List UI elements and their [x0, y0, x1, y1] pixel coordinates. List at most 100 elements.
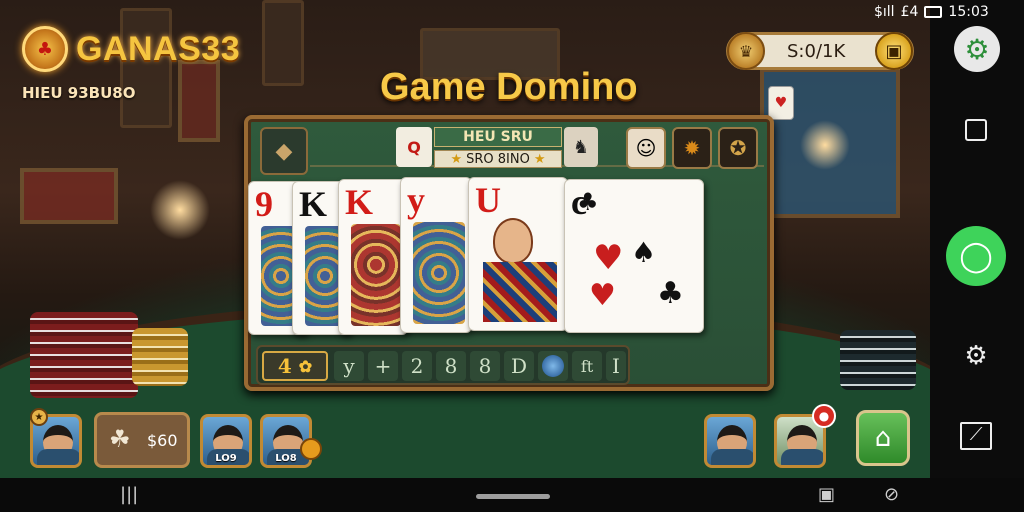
- tile-label: +: [374, 354, 392, 378]
- heart-icon: ♥: [593, 238, 624, 278]
- star-icon: ★: [450, 151, 463, 167]
- header-top-label: HEU SRU: [434, 127, 562, 147]
- player-body: [37, 449, 79, 465]
- fire-icon: ✹: [683, 136, 701, 160]
- game-board: ◆ Q HEU SRU ★ SRO 8INO ★ ♞ ☺ ✹ ✪ 9 K K y…: [244, 115, 774, 391]
- chip-stack-gold: [132, 328, 188, 386]
- game-scene: ♣ GANAS33 HIEU 93BU8O Game Domino ♛ S:0/…: [0, 0, 930, 478]
- domino-tile[interactable]: I: [606, 351, 626, 381]
- brand-subtitle: HIEU 93BU8O: [22, 84, 136, 102]
- star-icon: ★: [533, 151, 546, 167]
- domino-tile-row: 4 ✿ y + 2 8 8 D ft I: [256, 345, 630, 385]
- card-art: [413, 222, 465, 324]
- header-bottom-text: SRO 8INO: [466, 151, 530, 167]
- playing-card[interactable]: y: [400, 177, 472, 333]
- card-back-icon: ♞: [564, 127, 598, 167]
- heart-icon: ♥: [589, 278, 616, 313]
- tile-label: 8: [444, 354, 458, 378]
- avatar-slot-3[interactable]: ✪: [718, 127, 758, 169]
- clock: 15:03: [948, 4, 989, 20]
- card-rank: 9: [255, 184, 273, 224]
- card-rank: y: [407, 180, 425, 220]
- square-icon[interactable]: [950, 104, 1002, 156]
- brand-header: ♣ GANAS33: [22, 26, 240, 72]
- tile-label: I: [612, 354, 620, 378]
- domino-tile[interactable]: +: [368, 351, 398, 381]
- gear-outline-icon[interactable]: ⚙: [950, 330, 1002, 382]
- domino-tile[interactable]: 2: [402, 351, 432, 381]
- brand-name: GANAS33: [76, 29, 241, 68]
- ring-icon: ✪: [729, 136, 747, 160]
- chip-stack-red: [30, 312, 138, 398]
- pot-value: $60: [147, 431, 178, 450]
- flower-icon: ✿: [298, 356, 313, 376]
- globe-icon: [542, 355, 564, 377]
- card-portrait: [493, 218, 533, 264]
- player-avatar[interactable]: [704, 414, 756, 468]
- camera-button[interactable]: ⌂: [856, 410, 910, 466]
- avatar-slot-2[interactable]: ✹: [672, 127, 712, 169]
- battery-icon: [924, 6, 943, 18]
- header-chip-left: Q: [396, 127, 432, 167]
- recent-apps-icon[interactable]: |||: [120, 484, 138, 505]
- spade-icon: ♠: [631, 236, 657, 269]
- club-icon: ♣: [657, 276, 684, 311]
- game-title: Game Domino: [380, 66, 638, 108]
- balance-pill[interactable]: ♛ S:0/1K ▣: [726, 32, 914, 70]
- tile-label: 4: [277, 354, 292, 378]
- player-avatar[interactable]: LO9: [200, 414, 252, 468]
- playing-card[interactable]: c ♣ ♥ ♠ ♥ ♣: [564, 179, 704, 333]
- shop-icon[interactable]: ▣: [875, 32, 913, 70]
- card-robe: [483, 262, 557, 322]
- notification-badge-icon: ●: [812, 404, 836, 428]
- tile-selected[interactable]: 4 ✿: [262, 351, 328, 381]
- card-rank: K: [299, 184, 328, 224]
- balance-value: S:0/1K: [787, 41, 846, 62]
- tile-label: 2: [410, 354, 424, 378]
- playing-card[interactable]: K: [338, 179, 408, 335]
- camera-icon: ⌂: [874, 423, 892, 453]
- tile-label: ft: [580, 356, 594, 376]
- card-rank: U: [475, 180, 501, 220]
- board-header: Q HEU SRU ★ SRO 8INO ★ ♞: [396, 123, 598, 171]
- playing-card[interactable]: U: [468, 177, 568, 331]
- navigation-bar: ||| ▣ ⊘: [0, 478, 1024, 512]
- domino-tile[interactable]: 8: [470, 351, 500, 381]
- header-bottom-label: ★ SRO 8INO ★: [434, 150, 562, 168]
- signal-icon: $ıll: [874, 4, 895, 20]
- chip-stack-black: [840, 330, 916, 390]
- side-card-decor: ♥: [768, 86, 794, 120]
- avatar-slot-1[interactable]: ☺: [626, 127, 666, 169]
- wall-poster-decor: [178, 60, 220, 142]
- player-badge-icon: ★: [30, 408, 48, 426]
- assist-icon[interactable]: ⊘: [884, 484, 899, 505]
- club-icon: ♣: [577, 188, 599, 216]
- player-face-icon: ☺: [635, 136, 657, 160]
- domino-tile[interactable]: 8: [436, 351, 466, 381]
- wall-frame-decor: [262, 0, 304, 86]
- chat-icon[interactable]: ◯: [946, 226, 1006, 286]
- medal-icon: [300, 438, 322, 460]
- brand-logo-icon: ♣: [22, 26, 68, 72]
- domino-tile[interactable]: D: [504, 351, 534, 381]
- domino-tile[interactable]: y: [334, 351, 364, 381]
- player-label: LO9: [215, 453, 237, 464]
- screenshot-icon[interactable]: ▣: [818, 484, 835, 505]
- domino-tile[interactable]: ft: [572, 351, 602, 381]
- card-art: [351, 224, 401, 326]
- status-bar: $ıll £4 15:03: [874, 2, 1024, 22]
- card-rank: K: [345, 182, 374, 222]
- tile-label: y: [343, 354, 355, 378]
- domino-tile[interactable]: [538, 351, 568, 381]
- tile-label: D: [510, 354, 528, 378]
- home-pill[interactable]: [476, 494, 550, 499]
- trophy-icon[interactable]: ♛: [727, 32, 765, 70]
- lamp-glow-decor: [150, 180, 210, 240]
- diamond-icon[interactable]: ◆: [260, 127, 308, 175]
- player-body: [711, 449, 753, 465]
- edit-icon[interactable]: ⟋: [950, 410, 1002, 462]
- tile-label: 8: [478, 354, 492, 378]
- settings-gear-icon[interactable]: ⚙: [954, 26, 1000, 72]
- pot-panel: ☘ $60: [94, 412, 190, 468]
- player-body: [781, 449, 823, 465]
